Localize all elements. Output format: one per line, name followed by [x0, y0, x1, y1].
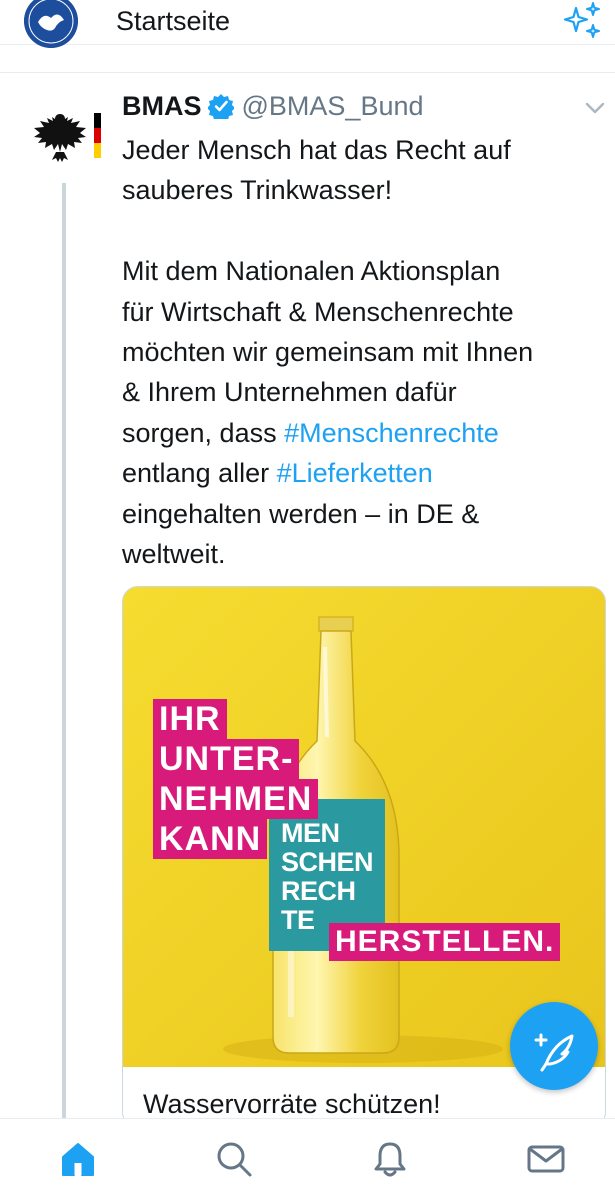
nav-notifications-tab[interactable] — [370, 1139, 410, 1179]
nav-messages-tab[interactable] — [526, 1139, 566, 1179]
search-icon — [217, 1142, 252, 1177]
compose-feather-icon — [534, 1033, 574, 1072]
label-text: MEN — [281, 818, 340, 848]
profile-avatar[interactable] — [24, 0, 78, 48]
hashtag-link[interactable]: #Lieferketten — [277, 458, 433, 488]
tweet-text-fragment: sorgen, dass — [122, 417, 285, 448]
card-title[interactable]: Wasservorräte schützen! — [143, 1089, 441, 1120]
image-caption-line: UNTER- — [153, 739, 300, 779]
tweet-text-line: weltweit. — [122, 539, 226, 570]
user-handle[interactable]: @BMAS_Bund — [242, 91, 424, 122]
display-name[interactable]: BMAS — [122, 91, 202, 122]
tweet-text: Jeder Mensch hat das Recht auf sauberes … — [122, 130, 602, 574]
hashtag-link[interactable]: #Menschenrechte — [284, 418, 499, 448]
label-text: SCHEN — [281, 847, 374, 877]
page-title: Startseite — [116, 6, 231, 36]
chevron-down-icon[interactable] — [584, 100, 606, 116]
image-caption-line: NEHMEN — [153, 779, 319, 819]
image-caption-line: IHR — [153, 699, 227, 739]
tweet-text-fragment: entlang aller — [122, 458, 277, 489]
sparkle-icon[interactable] — [562, 0, 604, 42]
image-caption-line: HERSTELLEN. — [329, 923, 561, 961]
label-text: TE — [281, 905, 315, 935]
tweet-text-line: entlang aller #Lieferketten — [122, 453, 602, 493]
thread-line — [62, 183, 66, 1123]
nav-search-tab[interactable] — [214, 1139, 254, 1179]
tweet-author[interactable]: BMAS @BMAS_Bund — [122, 88, 424, 124]
compose-tweet-button[interactable] — [510, 1002, 598, 1090]
tweet-text-line: möchten wir gemeinsam mit Ihnen — [122, 337, 534, 368]
tweet-text-line: Mit dem Nationalen Aktionsplan — [122, 256, 501, 287]
nav-home-tab[interactable] — [58, 1139, 98, 1179]
tweet-text-line: sauberes Trinkwasser! — [122, 175, 393, 206]
federal-eagle-icon — [34, 113, 101, 162]
tweet-text-line: eingehalten werden – in DE & — [122, 498, 480, 529]
nato-badge-icon — [24, 0, 78, 48]
image-caption-line: KANN — [153, 819, 268, 859]
bottom-navigation — [0, 1118, 615, 1201]
verified-badge-icon — [207, 93, 234, 119]
bmas-avatar[interactable] — [32, 108, 106, 164]
label-text: RECH — [281, 876, 356, 906]
tweet-text-line: für Wirtschaft & Menschenrechte — [122, 296, 514, 327]
top-app-bar: Startseite — [0, 0, 615, 48]
divider — [0, 72, 615, 73]
tweet-text-line: sorgen, dass #Menschenrechte — [122, 413, 602, 453]
mail-icon — [527, 1145, 565, 1173]
tweet-text-line: Jeder Mensch hat das Recht auf — [122, 135, 511, 165]
card-image[interactable]: IHR UNTER- NEHMEN KANN MEN SCHEN RECH TE… — [123, 587, 605, 1067]
bell-icon — [374, 1142, 406, 1177]
home-icon — [62, 1143, 94, 1176]
tweet-text-line: & Ihrem Unternehmen dafür — [122, 377, 457, 408]
